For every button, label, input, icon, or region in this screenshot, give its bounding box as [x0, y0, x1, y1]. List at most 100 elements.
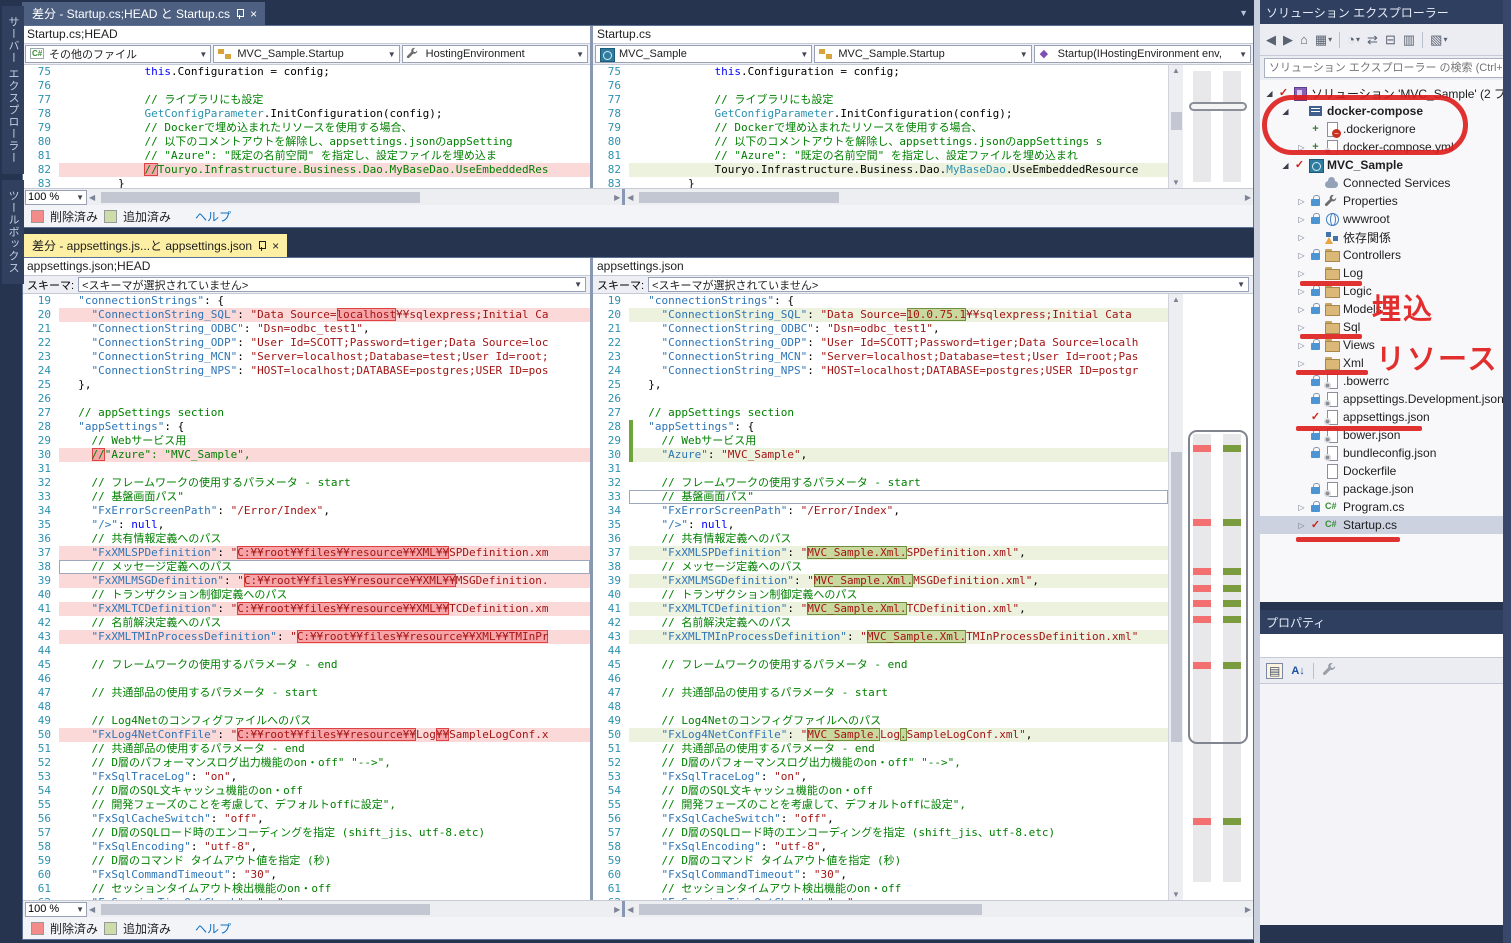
- code-editor-startup-head[interactable]: 75 this.Configuration = config;7677 // ラ…: [23, 65, 590, 188]
- code-line[interactable]: 45 // フレームワークの使用するパラメータ - end: [593, 658, 1168, 672]
- tree-item-bower.json[interactable]: bower.json: [1260, 426, 1511, 444]
- forward-icon[interactable]: ▶: [1283, 32, 1293, 48]
- expander-icon[interactable]: ▷: [1296, 233, 1307, 242]
- code-line[interactable]: 27 // appSettings section: [593, 406, 1168, 420]
- schema-select[interactable]: <スキーマが選択されていません>▼: [648, 277, 1249, 292]
- code-line[interactable]: 53 "FxSqlTraceLog": "on",: [593, 770, 1168, 784]
- code-line[interactable]: 57 // D層のSQLロード時のエンコーディングを指定 (shift_jis、…: [593, 826, 1168, 840]
- code-line[interactable]: 55 // 開発フェーズのことを考慮して、デフォルトoffに設定",: [23, 798, 590, 812]
- properties-object-select[interactable]: [1260, 634, 1511, 658]
- code-line[interactable]: 81 // "Azure": "既定の名前空間" を指定し、設定ファイルを埋め込…: [23, 149, 590, 163]
- code-line[interactable]: 34 "FxErrorScreenPath": "/Error/Index",: [593, 504, 1168, 518]
- code-line[interactable]: 80 // 以下のコメントアウトを解除し、appsettings.jsonのap…: [23, 135, 590, 149]
- tree-item-connected-services[interactable]: Connected Services: [1260, 174, 1511, 192]
- code-line[interactable]: 21 "ConnectionString_ODBC": "Dsn=odbc_te…: [593, 322, 1168, 336]
- expander-icon[interactable]: ▷: [1296, 323, 1307, 332]
- code-line[interactable]: 26: [593, 392, 1168, 406]
- tree-item-views[interactable]: ▷Views: [1260, 336, 1511, 354]
- chevron-down-icon[interactable]: ▼: [1239, 50, 1247, 59]
- code-line[interactable]: 20 "ConnectionString_SQL": "Data Source=…: [593, 308, 1168, 322]
- navigation-combo[interactable]: MVC_Sample.Startup▼: [213, 45, 399, 63]
- tree-item--[interactable]: ▷依存関係: [1260, 228, 1511, 246]
- tree-item--mvc-sample-2-[interactable]: ◢✓ソリューション 'MVC_Sample' (2 プロジェクト): [1260, 84, 1511, 102]
- expander-icon[interactable]: ▷: [1296, 251, 1307, 260]
- expander-icon[interactable]: ◢: [1280, 161, 1291, 170]
- code-line[interactable]: 48: [593, 700, 1168, 714]
- solution-explorer-title[interactable]: ソリューション エクスプローラー: [1260, 0, 1511, 24]
- chevron-down-icon[interactable]: ▼: [388, 50, 396, 59]
- expander-icon[interactable]: ▷: [1296, 503, 1307, 512]
- tree-item-mvc-sample[interactable]: ◢✓MVC_Sample: [1260, 156, 1511, 174]
- tree-item-logic[interactable]: ▷Logic: [1260, 282, 1511, 300]
- pin-icon[interactable]: [258, 240, 266, 251]
- code-line[interactable]: 48: [23, 700, 590, 714]
- code-line[interactable]: 41 "FxXMLTCDefinition": "MVC_Sample.Xml.…: [593, 602, 1168, 616]
- code-line[interactable]: 33 // 基盤画面パス": [23, 490, 590, 504]
- code-line[interactable]: 29 // Webサービス用: [23, 434, 590, 448]
- code-line[interactable]: 21 "ConnectionString_ODBC": "Dsn=odbc_te…: [23, 322, 590, 336]
- left-horizontal-scrollbar[interactable]: ◀▶: [89, 190, 620, 205]
- code-line[interactable]: 40 // トランザクション制御定義へのパス: [23, 588, 590, 602]
- code-line[interactable]: 32 // フレームワークの使用するパラメータ - start: [593, 476, 1168, 490]
- code-line[interactable]: 44: [23, 644, 590, 658]
- scroll-up-icon[interactable]: ▲: [1169, 66, 1183, 75]
- chevron-down-icon[interactable]: ▼: [1020, 50, 1028, 59]
- code-line[interactable]: 44: [593, 644, 1168, 658]
- code-line[interactable]: 76: [23, 79, 590, 93]
- code-line[interactable]: 78 GetConfigParameter.InitConfiguration(…: [23, 107, 590, 121]
- collapse-all-icon[interactable]: ⊟: [1385, 32, 1396, 48]
- right-scroll-strip[interactable]: [1503, 0, 1511, 943]
- code-line[interactable]: 77 // ライブラリにも設定: [593, 93, 1168, 107]
- code-line[interactable]: 58 "FxSqlEncoding": "utf-8",: [593, 840, 1168, 854]
- code-line[interactable]: 52 // D層のパフォーマンスログ出力機能のon・off" "-->",: [593, 756, 1168, 770]
- code-line[interactable]: 43 "FxXMLTMInProcessDefinition": "C:¥¥ro…: [23, 630, 590, 644]
- code-line[interactable]: 19 "connectionStrings": {: [593, 294, 1168, 308]
- code-line[interactable]: 22 "ConnectionString_ODP": "User Id=SCOT…: [23, 336, 590, 350]
- code-line[interactable]: 79 // Dockerで埋め込まれたリソースを使用する場合、: [593, 121, 1168, 135]
- code-line[interactable]: 20 "ConnectionString_SQL": "Data Source=…: [23, 308, 590, 322]
- tree-item-startup.cs[interactable]: ▷✓Startup.cs: [1260, 516, 1511, 534]
- code-line[interactable]: 59 // D層のコマンド タイムアウト値を指定 (秒): [593, 854, 1168, 868]
- expander-icon[interactable]: ▷: [1296, 521, 1307, 530]
- schema-select[interactable]: <スキーマが選択されていません>▼: [78, 277, 586, 292]
- navigation-combo[interactable]: その他のファイル▼: [25, 45, 211, 63]
- code-line[interactable]: 35 "/>": null,: [23, 518, 590, 532]
- navigation-combo[interactable]: MVC_Sample.Startup▼: [814, 45, 1031, 63]
- properties-title[interactable]: プロパティ: [1260, 610, 1511, 634]
- back-icon[interactable]: ◀: [1266, 32, 1276, 48]
- expander-icon[interactable]: ▷: [1296, 143, 1307, 152]
- code-line[interactable]: 42 // 名前解決定義へのパス: [23, 616, 590, 630]
- categorized-icon[interactable]: ▤: [1266, 663, 1283, 679]
- expander-icon[interactable]: ▷: [1296, 287, 1307, 296]
- code-line[interactable]: 79 // Dockerで埋め込まれたリソースを使用する場合、: [23, 121, 590, 135]
- code-line[interactable]: 37 "FxXMLSPDefinition": "MVC_Sample.Xml.…: [593, 546, 1168, 560]
- code-line[interactable]: 30 //"Azure": "MVC_Sample",: [23, 448, 590, 462]
- right-horizontal-scrollbar[interactable]: ◀▶: [627, 902, 1251, 917]
- code-line[interactable]: 33 // 基盤画面パス": [593, 490, 1168, 504]
- pin-icon[interactable]: [236, 8, 244, 19]
- code-line[interactable]: 32 // フレームワークの使用するパラメータ - start: [23, 476, 590, 490]
- panel-splitter[interactable]: [1254, 0, 1260, 943]
- code-line[interactable]: 23 "ConnectionString_MCN": "Server=local…: [593, 350, 1168, 364]
- tab-startup-diff[interactable]: 差分 - Startup.cs;HEAD と Startup.cs ×: [22, 2, 265, 25]
- diff-map-added-mark[interactable]: [1223, 818, 1241, 825]
- tree-item-wwwroot[interactable]: ▷wwwroot: [1260, 210, 1511, 228]
- tree-item-docker-compose[interactable]: ◢docker-compose: [1260, 102, 1511, 120]
- code-line[interactable]: 62 "FxSessionTimeOutCheck": "on": [593, 896, 1168, 900]
- expander-icon[interactable]: ▷: [1296, 215, 1307, 224]
- code-line[interactable]: 31: [593, 462, 1168, 476]
- tree-item-controllers[interactable]: ▷Controllers: [1260, 246, 1511, 264]
- copy-properties-icon[interactable]: ▥: [1403, 32, 1415, 48]
- code-line[interactable]: 51 // 共通部品の使用するパラメータ - end: [593, 742, 1168, 756]
- code-line[interactable]: 82 Touryo.Infrastructure.Business.Dao.My…: [593, 163, 1168, 177]
- code-line[interactable]: 39 "FxXMLMSGDefinition": "MVC_Sample.Xml…: [593, 574, 1168, 588]
- tree-item-package.json[interactable]: package.json: [1260, 480, 1511, 498]
- scroll-down-icon[interactable]: ▼: [1169, 178, 1183, 187]
- expander-icon[interactable]: ▷: [1296, 305, 1307, 314]
- code-line[interactable]: 40 // トランザクション制御定義へのパス: [593, 588, 1168, 602]
- code-line[interactable]: 81 // "Azure": "既定の名前空間" を指定し、設定ファイルを埋め込…: [593, 149, 1168, 163]
- code-line[interactable]: 61 // セッションタイムアウト検出機能のon・off: [23, 882, 590, 896]
- tree-item-appsettings.json[interactable]: ✓appsettings.json: [1260, 408, 1511, 426]
- code-line[interactable]: 25 },: [23, 378, 590, 392]
- code-line[interactable]: 80 // 以下のコメントアウトを解除し、appsettings.jsonのap…: [593, 135, 1168, 149]
